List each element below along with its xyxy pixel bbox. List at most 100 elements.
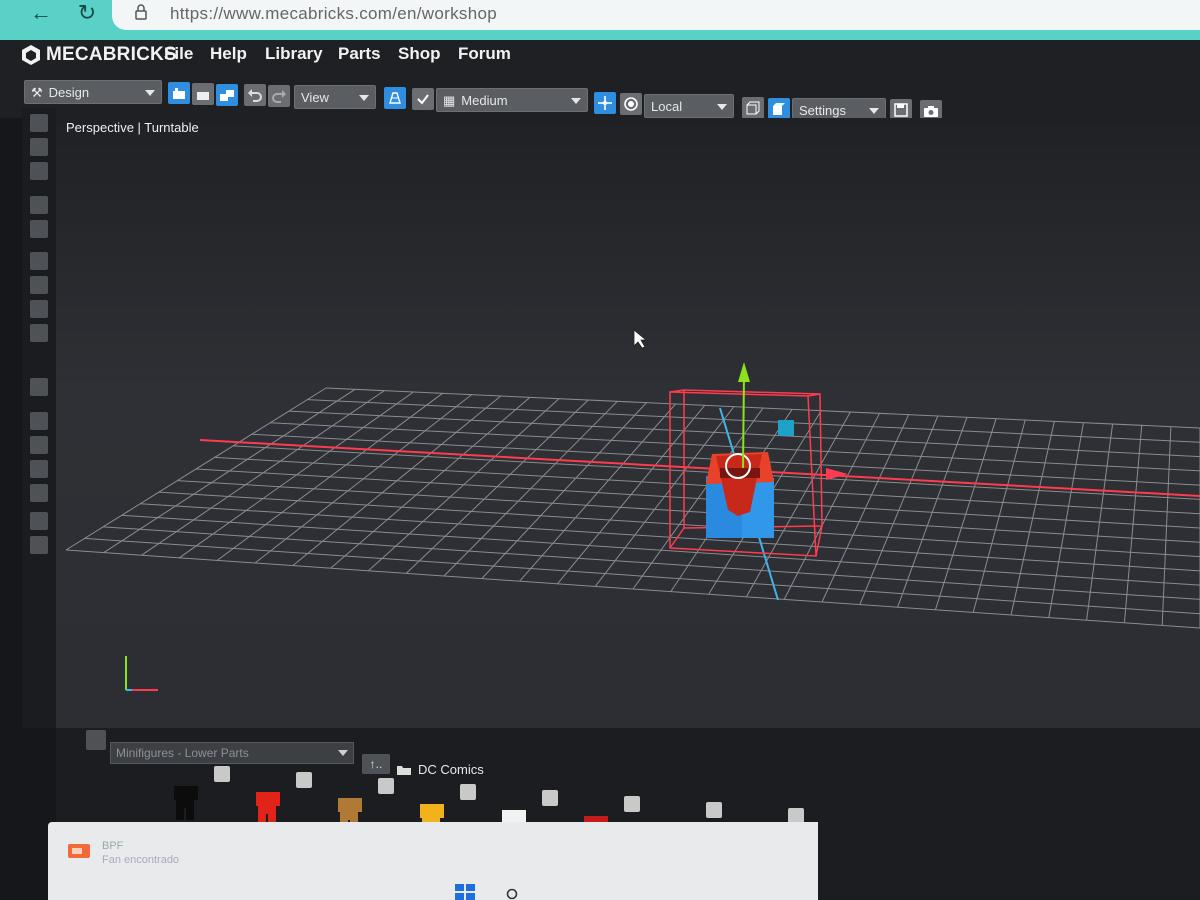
rotate-tool-button[interactable] xyxy=(620,93,642,115)
chevron-down-icon xyxy=(338,750,348,756)
menu-shop[interactable]: Shop xyxy=(398,44,441,64)
search-icon[interactable] xyxy=(506,888,520,900)
camera-icon xyxy=(924,106,938,117)
brick-tool-button[interactable] xyxy=(192,83,214,105)
reload-icon[interactable]: ↻ xyxy=(72,2,102,26)
grid-size-select[interactable]: ▦ Medium xyxy=(436,88,588,112)
url-text: https://www.mecabricks.com/en/workshop xyxy=(170,4,497,23)
taskbar-notification[interactable]: BPF Fan encontrado xyxy=(48,822,818,900)
browser-bar: ← ↻ https://www.mecabricks.com/en/worksh… xyxy=(0,0,1200,40)
pivot-tool-icon[interactable] xyxy=(30,436,48,454)
back-arrow-icon[interactable]: ← xyxy=(26,2,56,26)
address-bar[interactable]: https://www.mecabricks.com/en/workshop xyxy=(112,0,1200,30)
hand-tool-icon[interactable] xyxy=(30,460,48,478)
group-icon xyxy=(220,90,234,101)
mode-select-value: Design xyxy=(48,85,90,100)
cube-solid-icon xyxy=(773,103,785,115)
brand[interactable]: MECABRICKS xyxy=(20,42,177,68)
minifigure-legs-model[interactable] xyxy=(706,452,774,538)
part-info-icon[interactable] xyxy=(378,778,394,794)
light-tool-icon[interactable] xyxy=(30,412,48,430)
grid-size-value: Medium xyxy=(461,93,508,108)
save-disk-icon xyxy=(894,103,908,117)
fit-view-icon[interactable] xyxy=(30,536,48,554)
part-info-icon[interactable] xyxy=(460,784,476,800)
paste-tool-icon[interactable] xyxy=(30,220,48,238)
part-info-icon[interactable] xyxy=(624,796,640,812)
flip-tool-icon[interactable] xyxy=(30,276,48,294)
category-select[interactable]: Minifigures - Lower Parts xyxy=(110,742,354,764)
wrench-icon: ⚒ xyxy=(31,85,43,100)
app-menu-bar: MECABRICKS File Help Library Parts Shop … xyxy=(0,40,1200,78)
parent-folder-button[interactable]: ↑.. xyxy=(362,754,390,774)
grid-plane-icon xyxy=(389,92,401,104)
left-tool-strip xyxy=(22,108,56,728)
scene-canvas[interactable] xyxy=(56,118,1200,728)
add-brick-button[interactable] xyxy=(168,82,190,104)
lock-icon xyxy=(135,4,147,20)
app-notification-icon xyxy=(68,844,90,858)
camera-tool-icon[interactable] xyxy=(30,484,48,502)
camera-mode-label[interactable]: Perspective | Turntable xyxy=(66,120,199,135)
snap-check-button[interactable] xyxy=(412,88,434,110)
notification-title: BPF xyxy=(102,840,124,852)
move-tool-button[interactable] xyxy=(594,92,616,114)
brick-icon xyxy=(197,92,209,100)
folder-name: DC Comics xyxy=(418,762,484,777)
add-brick-icon xyxy=(173,88,185,99)
cube-outline-icon xyxy=(746,101,760,115)
redo-button[interactable] xyxy=(268,85,290,107)
box-view-button[interactable] xyxy=(742,97,764,119)
copy-tool-icon[interactable] xyxy=(30,196,48,214)
align-tool-icon[interactable] xyxy=(30,252,48,270)
menu-file[interactable]: File xyxy=(164,44,193,64)
undo-icon xyxy=(248,89,262,102)
redo-icon xyxy=(272,90,286,103)
menu-forum[interactable]: Forum xyxy=(458,44,511,64)
folder-label[interactable]: DC Comics xyxy=(396,762,484,777)
mirror-tool-icon[interactable] xyxy=(30,300,48,318)
hinge-tool-icon[interactable] xyxy=(30,162,48,180)
space-select-value: Local xyxy=(651,99,683,114)
rotate-circle-icon xyxy=(624,97,638,111)
part-thumbnail xyxy=(174,786,198,820)
solid-view-button[interactable] xyxy=(768,98,790,120)
part-info-icon[interactable] xyxy=(542,790,558,806)
menu-library[interactable]: Library xyxy=(265,44,323,64)
part-info-icon[interactable] xyxy=(706,802,722,818)
windows-start-icon[interactable] xyxy=(455,884,475,900)
scissors-tool-icon[interactable] xyxy=(30,324,48,342)
mecabricks-logo-icon xyxy=(22,45,40,65)
settings-select-value: Settings xyxy=(799,103,846,118)
chevron-down-icon xyxy=(717,104,727,110)
menu-help[interactable]: Help xyxy=(210,44,247,64)
part-info-icon[interactable] xyxy=(214,766,230,782)
chevron-down-icon xyxy=(145,90,155,96)
grid-icon: ▦ xyxy=(443,93,456,108)
chevron-down-icon xyxy=(869,108,879,114)
paint-tool-icon[interactable] xyxy=(30,378,48,396)
grid-toggle-button[interactable] xyxy=(384,87,406,109)
undo-button[interactable] xyxy=(244,84,266,106)
magnet-tool-icon[interactable] xyxy=(30,138,48,156)
3d-viewport[interactable]: Perspective | Turntable xyxy=(56,118,1200,728)
toolbar: ⚒ Design View ▦ Medium Local Settings xyxy=(0,78,1200,122)
view-select[interactable]: View xyxy=(294,85,376,109)
group-tool-button[interactable] xyxy=(216,84,238,106)
move-arrows-icon xyxy=(598,96,612,110)
zoom-tool-icon[interactable] xyxy=(30,512,48,530)
view-select-value: View xyxy=(301,90,329,105)
y-axis-arrow[interactable] xyxy=(742,373,745,469)
notification-body: Fan encontrado xyxy=(102,854,180,866)
mode-select[interactable]: ⚒ Design xyxy=(24,80,162,104)
menu-parts[interactable]: Parts xyxy=(338,44,381,64)
select-tool-icon[interactable] xyxy=(30,114,48,132)
category-select-value: Minifigures - Lower Parts xyxy=(116,746,249,760)
scale-handle[interactable] xyxy=(778,420,794,436)
chevron-down-icon xyxy=(359,95,369,101)
folder-icon xyxy=(397,765,411,775)
space-select[interactable]: Local xyxy=(644,94,734,118)
checkmark-icon xyxy=(417,94,429,105)
palette-icon[interactable] xyxy=(86,730,106,750)
part-info-icon[interactable] xyxy=(296,772,312,788)
